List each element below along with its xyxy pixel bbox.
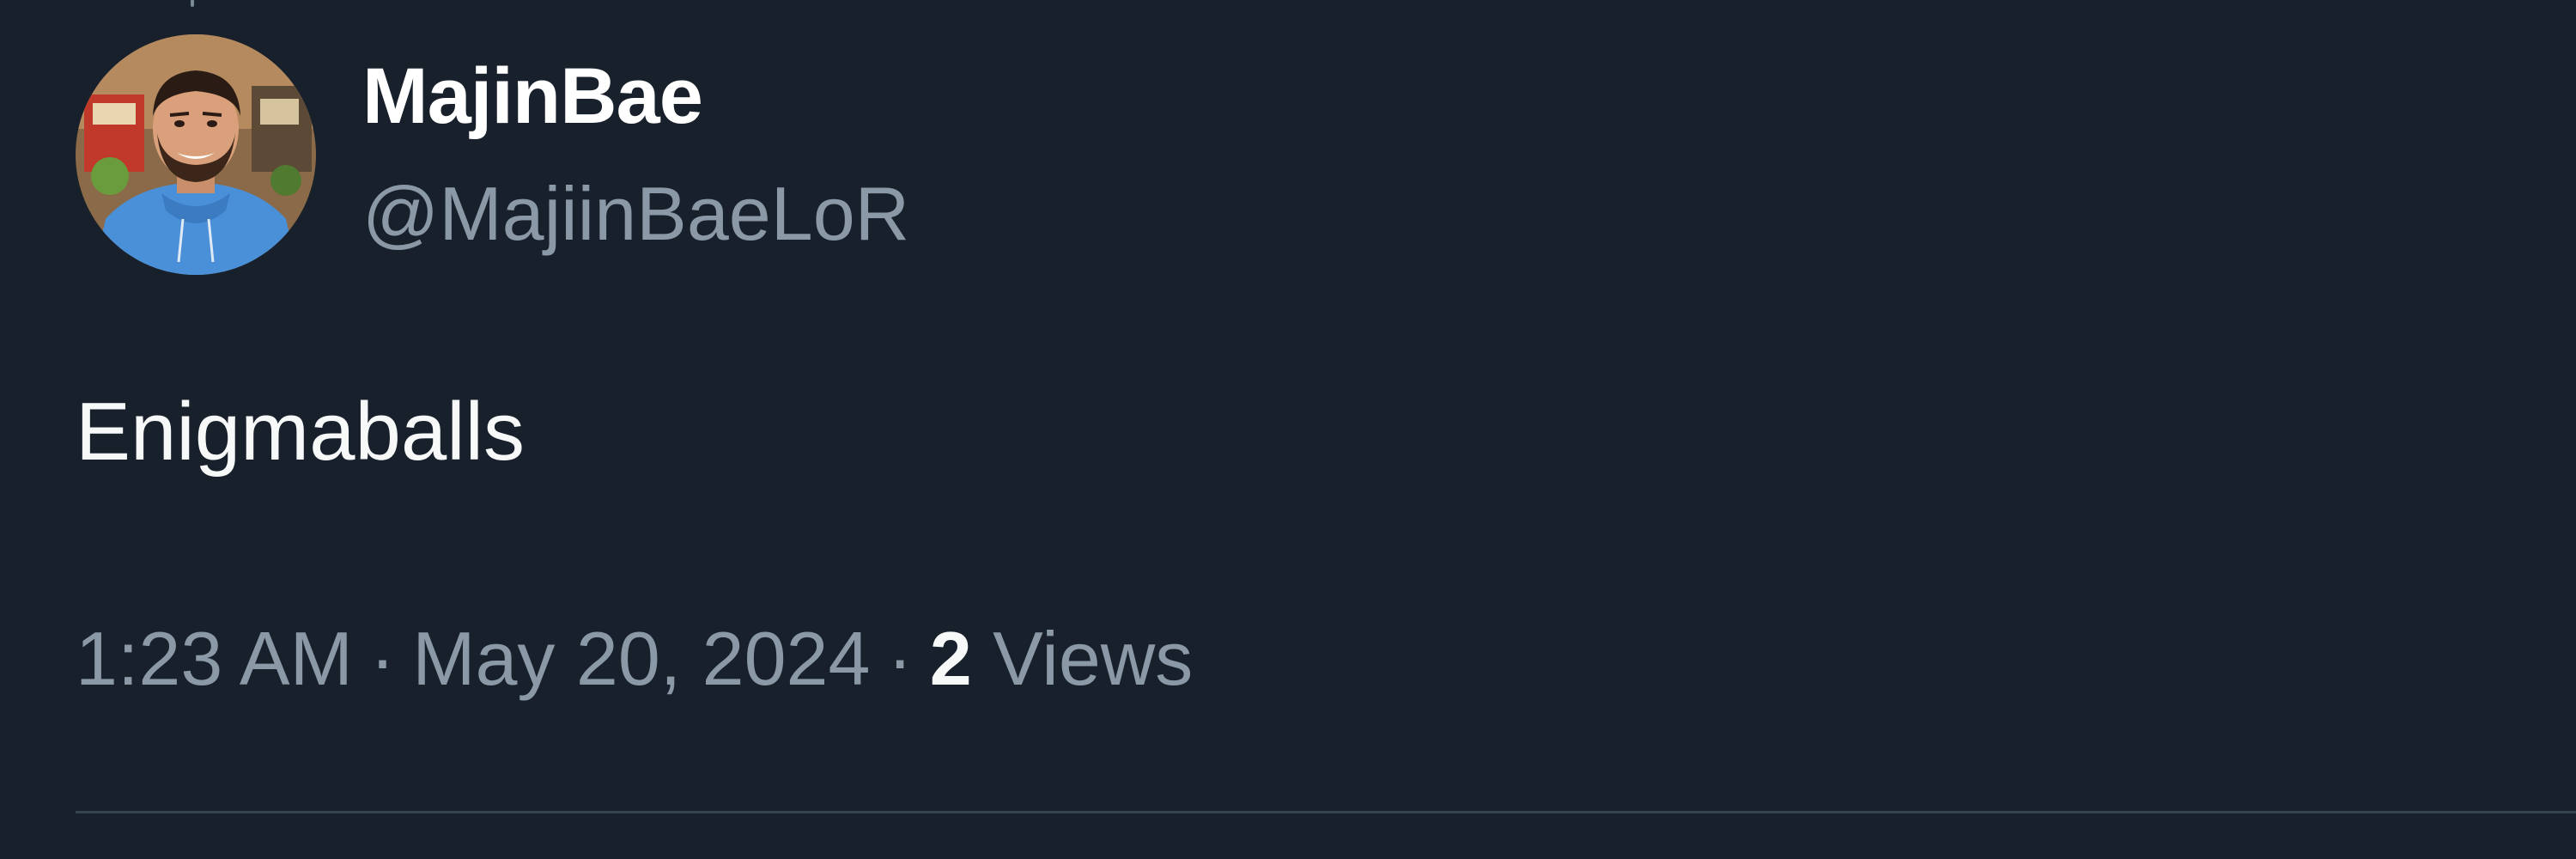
tweet-meta: 1:23 AM · May 20, 2024 · 2 Views [76, 612, 1193, 706]
tweet-date[interactable]: May 20, 2024 [412, 616, 870, 701]
thread-connector-line [191, 0, 194, 7]
meta-separator: · [887, 616, 913, 701]
views-label: Views [993, 616, 1194, 701]
user-avatar-photo-icon [76, 34, 316, 275]
author-display-name[interactable]: MajinBae [362, 48, 703, 144]
author-avatar[interactable] [76, 34, 316, 275]
tweet-text: Enigmaballs [76, 386, 525, 478]
meta-separator: · [369, 616, 396, 701]
tweet-time[interactable]: 1:23 AM [76, 616, 353, 701]
views-count: 2 [929, 616, 972, 701]
author-handle[interactable]: @MajiinBaeLoR [362, 167, 909, 261]
tweet-detail: MajinBae @MajiinBaeLoR Enigmaballs 1:23 … [0, 0, 2576, 859]
divider [76, 811, 2576, 813]
